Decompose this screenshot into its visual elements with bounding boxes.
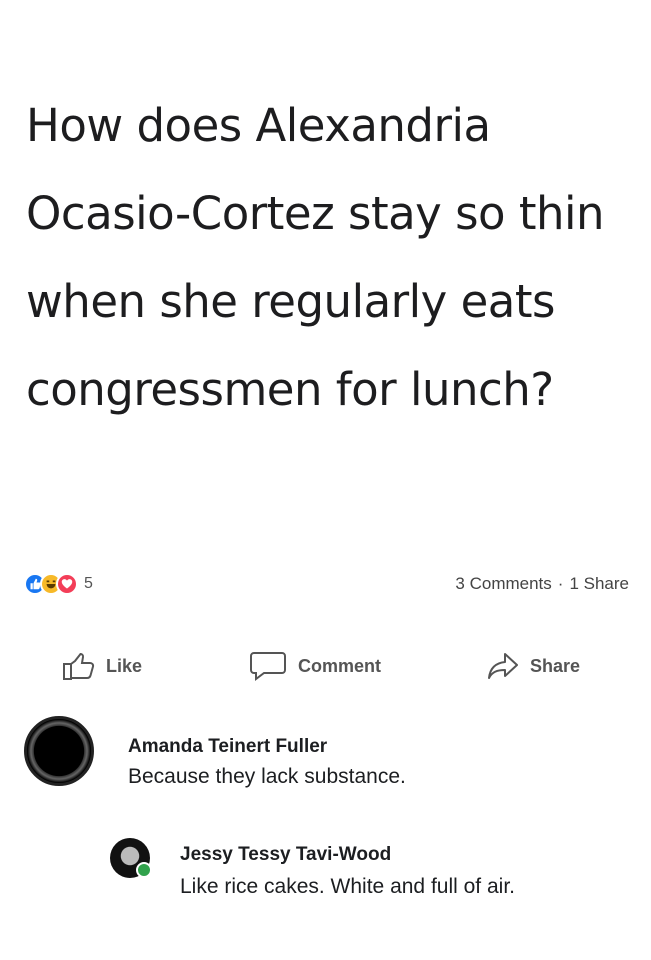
separator-dot: · — [557, 574, 564, 593]
reply-item: Jessy Tessy Tavi-Wood Like rice cakes. W… — [110, 838, 620, 901]
avatar[interactable] — [24, 716, 94, 786]
share-label: Share — [530, 655, 581, 676]
comment-text: Because they lack substance. — [128, 765, 406, 788]
reactions-summary[interactable]: 5 — [24, 573, 93, 595]
like-button[interactable]: Like — [62, 651, 142, 681]
reply-author[interactable]: Jessy Tessy Tavi-Wood — [180, 844, 620, 866]
comment-button[interactable]: Comment — [248, 650, 381, 682]
love-reaction-icon — [56, 573, 78, 595]
reaction-stats-bar: 5 3 Comments · 1 Share — [24, 570, 629, 598]
post-text: How does Alexandria Ocasio-Cortez stay s… — [26, 99, 605, 416]
comments-count-link[interactable]: 3 Comments — [455, 574, 551, 593]
reply-body: Jessy Tessy Tavi-Wood Like rice cakes. W… — [180, 844, 620, 901]
share-button[interactable]: Share — [486, 651, 580, 681]
online-status-indicator — [136, 862, 152, 878]
post-actions-bar: Like Comment Share — [0, 644, 651, 688]
shares-count-link[interactable]: 1 Share — [569, 574, 629, 593]
comment-item: Amanda Teinert Fuller Because they lack … — [24, 716, 406, 791]
like-label: Like — [106, 655, 143, 676]
comment-label: Comment — [298, 655, 382, 676]
engagement-summary: 3 Comments · 1 Share — [455, 574, 629, 594]
comment-author[interactable]: Amanda Teinert Fuller — [128, 736, 406, 758]
reply-avatar-wrap — [110, 838, 152, 878]
comment-body: Amanda Teinert Fuller Because they lack … — [128, 736, 406, 791]
thumbs-up-icon — [63, 652, 95, 680]
reaction-count: 5 — [84, 575, 93, 592]
share-arrow-icon — [488, 653, 518, 679]
reply-text: Like rice cakes. White and full of air. — [180, 875, 515, 898]
speech-bubble-icon — [250, 652, 286, 681]
